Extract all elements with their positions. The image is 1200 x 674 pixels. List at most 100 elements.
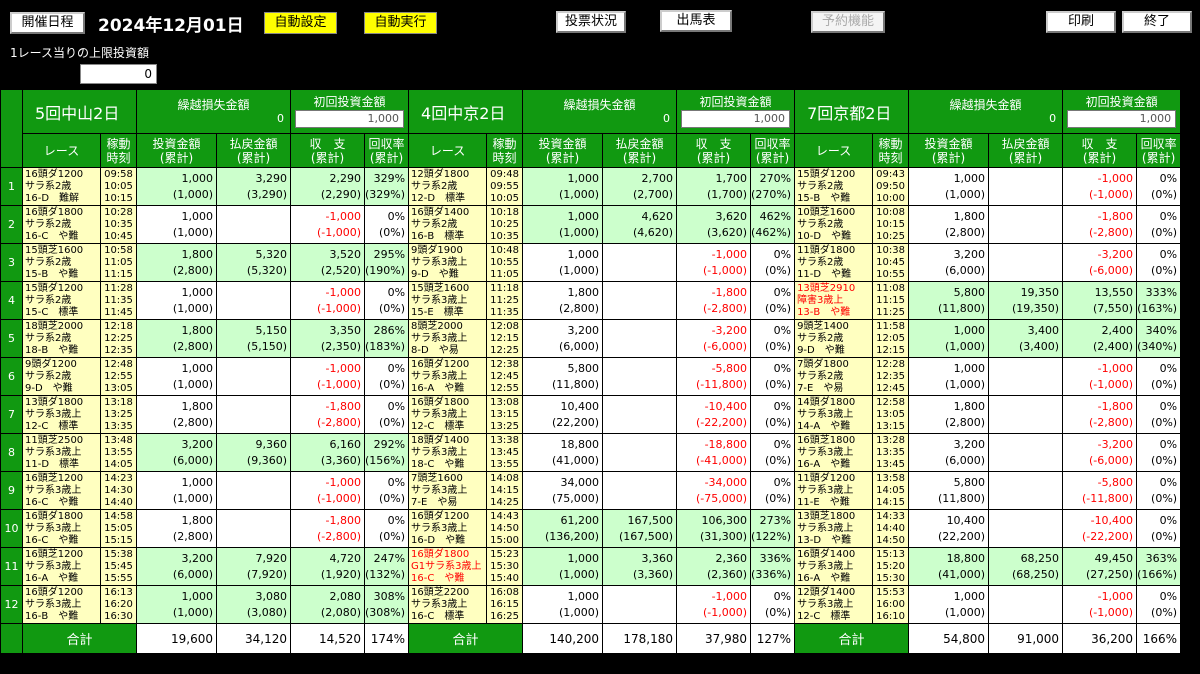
race-info[interactable]: 13頭ダ1800 サラ系3歳上 12-C 標準 — [22, 395, 101, 434]
race-info[interactable]: 18頭芝2000 サラ系2歳 18-B や難 — [22, 319, 101, 358]
column-header-invest: 投資金額 (累計) — [522, 133, 604, 168]
auto-set-button[interactable]: 自動設定 — [264, 12, 337, 34]
race-info[interactable]: 16頭芝1200 サラ系3歳上 16-A や難 — [22, 547, 101, 586]
race-info[interactable]: 18頭ダ1400 サラ系3歳上 18-C や難 — [408, 433, 488, 472]
race-time: 11:08 11:15 11:25 — [872, 281, 910, 320]
race-info[interactable]: 8頭芝2000 サラ系3歳上 8-D や易 — [408, 319, 488, 358]
limit-input[interactable] — [80, 64, 157, 84]
race-time: 10:48 10:55 11:05 — [486, 243, 524, 282]
auto-run-button[interactable]: 自動実行 — [364, 12, 437, 34]
total-invest: 19,600 — [136, 623, 217, 654]
race-info[interactable]: 15頭芝1600 サラ系3歳上 15-E 標準 — [408, 281, 488, 320]
payout-amount — [988, 433, 1064, 472]
race-info[interactable]: 14頭ダ1800 サラ系3歳上 14-A や難 — [794, 395, 874, 434]
balance-amount: -1,000 (-1,000) — [676, 585, 752, 624]
first-bet-label: 初回投資金額 — [1085, 94, 1158, 109]
reserve-button[interactable]: 予約機能 — [811, 11, 885, 33]
carry-loss-label: 繰越損失金額 — [949, 98, 1022, 112]
schedule-button[interactable]: 開催日程 — [10, 12, 85, 34]
race-info[interactable]: 16頭芝2200 サラ系3歳上 16-C 標準 — [408, 585, 488, 624]
payout-amount: 3,400 (3,400) — [988, 319, 1064, 358]
column-header-payout: 払戻金額 (累計) — [216, 133, 291, 168]
race-info[interactable]: 11頭ダ1200 サラ系3歳上 11-E や難 — [794, 471, 874, 510]
exit-button[interactable]: 終了 — [1122, 11, 1192, 33]
race-time: 14:08 14:15 14:25 — [486, 471, 524, 510]
total-payout: 91,000 — [988, 623, 1064, 654]
race-info[interactable]: 16頭ダ1200 サラ系3歳上 16-A や難 — [408, 357, 488, 396]
race-info[interactable]: 16頭ダ1400 サラ系3歳上 16-A や難 — [794, 547, 874, 586]
column-header-row: レース 稼動 時刻 投資金額 (累計) 払戻金額 (累計) 収 支 (累計) 回収率 (累… — [1, 133, 1182, 168]
race-info[interactable]: 15頭芝1600 サラ系2歳 15-B や難 — [22, 243, 101, 282]
payout-amount — [988, 585, 1064, 624]
race-info[interactable]: 16頭ダ1800 G1サラ系3歳上 16-C や難 — [408, 547, 488, 586]
bet-status-button[interactable]: 投票状況 — [556, 11, 626, 33]
race-time: 11:18 11:25 11:35 — [486, 281, 524, 320]
race-info[interactable]: 10頭芝1600 サラ系2歳 10-D や難 — [794, 205, 874, 244]
recovery-rate: 333% (163%) — [1136, 281, 1182, 320]
race-info[interactable]: 13頭芝1800 サラ系3歳上 13-D や難 — [794, 509, 874, 548]
invest-amount: 1,800 (2,800) — [522, 281, 604, 320]
race-info[interactable]: 7頭芝1600 サラ系3歳上 7-E や易 — [408, 471, 488, 510]
totals-corner — [0, 623, 23, 654]
race-info[interactable]: 11頭芝2500 サラ系3歳上 11-D 標準 — [22, 433, 101, 472]
balance-amount: 2,080 (2,080) — [290, 585, 365, 624]
race-info[interactable]: 7頭ダ1800 サラ系2歳 7-E や易 — [794, 357, 874, 396]
invest-amount: 1,000 (1,000) — [136, 205, 217, 244]
invest-amount: 1,800 (2,800) — [136, 243, 217, 282]
race-info[interactable]: 11頭ダ1800 サラ系2歳 11-D や難 — [794, 243, 874, 282]
recovery-rate: 0% (0%) — [363, 395, 410, 434]
race-info[interactable]: 16頭ダ1800 サラ系2歳 16-C や難 — [22, 205, 101, 244]
race-info[interactable]: 12頭ダ1400 サラ系3歳上 12-C 標準 — [794, 585, 874, 624]
payout-amount — [602, 243, 678, 282]
venue-name: 5回中山2日 — [22, 89, 137, 134]
first-bet-input[interactable]: 1,000 — [681, 109, 791, 128]
race-info[interactable]: 16頭芝1200 サラ系3歳上 16-C や難 — [22, 471, 101, 510]
recovery-rate: 462% (462%) — [750, 205, 796, 244]
race-info[interactable]: 16頭ダ1200 サラ系3歳上 16-D や難 — [408, 509, 488, 548]
carry-loss-cell: 繰越損失金額 0 — [136, 89, 291, 134]
column-header-race: レース — [794, 133, 874, 168]
recovery-rate: 0% (0%) — [363, 471, 410, 510]
payout-amount — [988, 509, 1064, 548]
payout-amount — [216, 357, 291, 396]
first-bet-input[interactable]: 1,000 — [1067, 109, 1177, 128]
invest-amount: 1,800 (2,800) — [136, 395, 217, 434]
entries-button[interactable]: 出馬表 — [660, 10, 732, 32]
invest-amount: 1,800 (2,800) — [908, 395, 990, 434]
first-bet-label: 初回投資金額 — [699, 94, 772, 109]
race-time: 16:08 16:15 16:25 — [486, 585, 524, 624]
race-info[interactable]: 9頭芝1400 サラ系2歳 9-D や難 — [794, 319, 874, 358]
race-info[interactable]: 16頭ダ1400 サラ系2歳 16-B 標準 — [408, 205, 488, 244]
race-info[interactable]: 12頭ダ1800 サラ系2歳 12-D 標準 — [408, 167, 488, 206]
payout-amount — [216, 509, 291, 548]
race-info[interactable]: 16頭芝1800 サラ系3歳上 16-A や難 — [794, 433, 874, 472]
race-info[interactable]: 16頭ダ1200 サラ系3歳上 16-B や難 — [22, 585, 101, 624]
race-time: 16:13 16:20 16:30 — [100, 585, 137, 624]
race-time: 13:48 13:55 14:05 — [100, 433, 137, 472]
corner-cell — [0, 89, 23, 168]
race-time: 11:28 11:35 11:45 — [100, 281, 137, 320]
race-info[interactable]: 16頭ダ1200 サラ系2歳 16-D 難解 — [22, 167, 101, 206]
race-info[interactable]: 15頭ダ1200 サラ系2歳 15-B や難 — [794, 167, 874, 206]
row-number: 3 — [0, 243, 23, 282]
race-info[interactable]: 15頭ダ1200 サラ系2歳 15-C 標準 — [22, 281, 101, 320]
race-info[interactable]: 9頭ダ1900 サラ系3歳上 9-D や難 — [408, 243, 488, 282]
first-bet-input[interactable]: 1,000 — [295, 109, 405, 128]
balance-amount: 2,290 (2,290) — [290, 167, 365, 206]
invest-amount: 1,000 (1,000) — [522, 205, 604, 244]
race-info[interactable]: 9頭ダ1200 サラ系2歳 9-D や難 — [22, 357, 101, 396]
total-rate: 127% — [750, 623, 796, 654]
column-header-payout: 払戻金額 (累計) — [988, 133, 1064, 168]
payout-amount: 2,700 (2,700) — [602, 167, 678, 206]
race-time: 09:48 09:55 10:05 — [486, 167, 524, 206]
race-info[interactable]: 13頭芝2910 障害3歳上 13-B や難 — [794, 281, 874, 320]
row-number: 7 — [0, 395, 23, 434]
invest-amount: 1,000 (1,000) — [908, 167, 990, 206]
race-info[interactable]: 16頭ダ1800 サラ系3歳上 16-C や難 — [22, 509, 101, 548]
print-button[interactable]: 印刷 — [1046, 11, 1116, 33]
recovery-rate: 0% (0%) — [363, 205, 410, 244]
payout-amount: 5,320 (5,320) — [216, 243, 291, 282]
column-header-invest: 投資金額 (累計) — [136, 133, 217, 168]
race-info[interactable]: 16頭ダ1800 サラ系3歳上 12-C 標準 — [408, 395, 488, 434]
recovery-rate: 270% (270%) — [750, 167, 796, 206]
